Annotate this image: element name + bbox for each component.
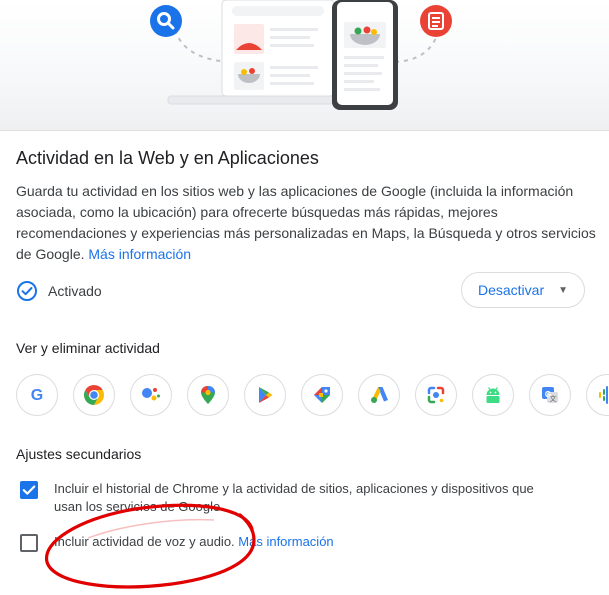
google-icon: G (31, 387, 43, 404)
assistant-icon (142, 388, 160, 401)
maps-app-button[interactable] (187, 374, 229, 416)
android-icon (486, 387, 500, 403)
search-icon (150, 5, 182, 37)
more-info-link[interactable]: Más información (88, 246, 191, 262)
check-circle-icon (17, 281, 37, 301)
page-title: Actividad en la Web y en Aplicaciones (16, 148, 319, 168)
voice-audio-checkbox[interactable] (20, 534, 38, 552)
voice-audio-label: Incluir actividad de voz y audio. (54, 534, 235, 549)
chrome-history-line1: Incluir el historial de Chrome y la acti… (54, 481, 534, 496)
document-icon (420, 5, 452, 37)
translate-app-button[interactable]: G 文 (529, 374, 571, 416)
checkmark-icon (22, 485, 36, 495)
assistant-app-button[interactable] (130, 374, 172, 416)
view-activity-heading: Ver y eliminar actividad (16, 340, 160, 356)
play-store-icon (259, 387, 273, 403)
svg-text:文: 文 (550, 394, 557, 403)
chrome-app-button[interactable] (73, 374, 115, 416)
chevron-down-icon: ▼ (558, 284, 569, 296)
app-icons-row: G G 文 (16, 374, 609, 418)
chrome-history-line2: usan los servicios de Google (54, 499, 221, 514)
maps-icon (201, 386, 215, 404)
podcasts-icon (599, 386, 608, 404)
secondary-settings-heading: Ajustes secundarios (16, 446, 142, 462)
play-app-button[interactable] (244, 374, 286, 416)
chrome-icon (84, 385, 104, 405)
ads-app-button[interactable] (358, 374, 400, 416)
shopping-app-button[interactable] (301, 374, 343, 416)
voice-more-info-link[interactable]: Más información (238, 534, 333, 549)
status-row: Activado (16, 279, 102, 303)
podcasts-app-button[interactable] (586, 374, 609, 416)
translate-icon: G 文 (542, 387, 558, 403)
android-app-button[interactable] (472, 374, 514, 416)
status-label: Activado (48, 283, 102, 299)
shopping-tag-icon (314, 387, 330, 403)
activity-description: Guarda tu actividad en los sitios web y … (16, 181, 596, 265)
lens-icon (427, 386, 445, 404)
hero-illustration (0, 0, 609, 131)
google-app-button[interactable]: G (16, 374, 58, 416)
google-ads-icon (371, 387, 388, 403)
chrome-history-checkbox[interactable] (20, 481, 38, 499)
lens-app-button[interactable] (415, 374, 457, 416)
deactivate-label: Desactivar (477, 282, 545, 298)
deactivate-button[interactable]: Desactivar ▼ (461, 272, 585, 308)
voice-audio-row: Incluir actividad de voz y audio. Más in… (54, 533, 334, 551)
svg-text:G: G (31, 387, 43, 404)
chrome-history-label: Incluir el historial de Chrome y la acti… (54, 480, 534, 516)
